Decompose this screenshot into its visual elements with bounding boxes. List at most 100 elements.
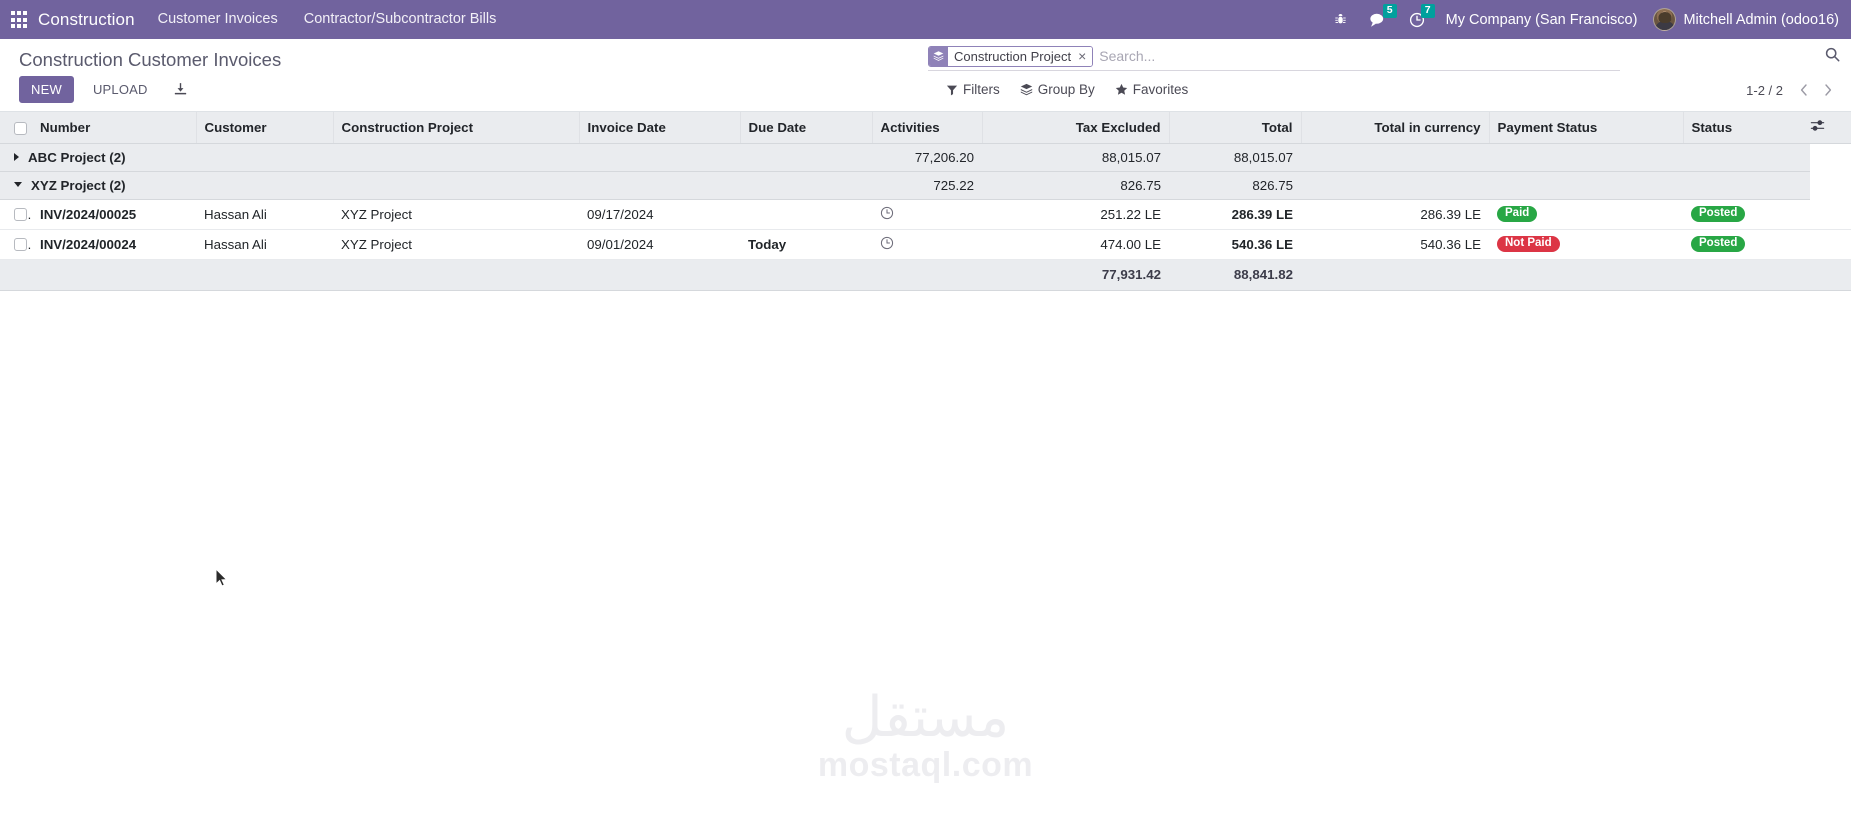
- table-header: Number Customer Construction Project Inv…: [0, 112, 1851, 144]
- import-download-icon[interactable]: [167, 78, 194, 101]
- group-row-xyz-project[interactable]: XYZ Project (2) 725.22 826.75 826.75: [0, 171, 1851, 200]
- column-header-total[interactable]: Total: [1169, 112, 1302, 144]
- column-header-tax-excluded[interactable]: Tax Excluded: [982, 112, 1170, 144]
- activities-clock-icon[interactable]: 7: [1398, 0, 1436, 39]
- column-header-payment-status[interactable]: Payment Status: [1489, 112, 1684, 144]
- group-status: [1489, 171, 1683, 200]
- status-badge: Not Paid: [1497, 235, 1560, 253]
- group-payment-status: [1301, 171, 1489, 200]
- footer-total: 88,841.82: [1169, 258, 1301, 291]
- group-total: 826.75: [982, 171, 1169, 200]
- group-optional: [1683, 143, 1810, 172]
- watermark-latin: mostaql.com: [817, 746, 1034, 784]
- column-header-number[interactable]: Number: [32, 112, 197, 144]
- cell-payment-status: Paid: [1489, 199, 1683, 230]
- mouse-cursor: [215, 568, 228, 587]
- search-icon[interactable]: [1825, 47, 1840, 67]
- new-button[interactable]: NEW: [19, 76, 74, 103]
- table-row[interactable]: INV/2024/00024 Hassan Ali XYZ Project 09…: [0, 229, 1851, 260]
- search-facet-construction-project[interactable]: Construction Project ×: [928, 45, 1094, 67]
- cell-optional: [1810, 199, 1851, 230]
- footer-status: [1683, 258, 1810, 291]
- cell-tax-excluded: 474.00 LE: [982, 229, 1169, 260]
- group-by-label: Group By: [1037, 82, 1095, 97]
- table-body: ABC Project (2) 77,206.20 88,015.07 88,0…: [0, 143, 1851, 291]
- watermark-arabic: مستقل: [841, 684, 1010, 750]
- clock-icon[interactable]: [880, 206, 894, 223]
- pager-value: 1-2 / 2: [1746, 82, 1783, 98]
- menu-customer-invoices[interactable]: Customer Invoices: [145, 0, 291, 39]
- cell-activities[interactable]: [872, 229, 982, 260]
- filters-label: Filters: [963, 82, 1000, 97]
- search-input[interactable]: [1093, 45, 1620, 67]
- star-icon: [1115, 83, 1127, 95]
- control-panel-bottom-row: NEW UPLOAD Filters Group By Favorites 1-…: [0, 73, 1851, 111]
- user-menu[interactable]: Mitchell Admin (odoo16): [1649, 8, 1841, 31]
- list-view: Number Customer Construction Project Inv…: [0, 112, 1851, 291]
- systray: 5 7 My Company (San Francisco) Mitchell …: [1323, 0, 1851, 39]
- select-all-checkbox[interactable]: [14, 121, 27, 135]
- row-select-cell[interactable]: [0, 199, 32, 230]
- cell-payment-status: Not Paid: [1489, 229, 1683, 260]
- cell-customer: Hassan Ali: [196, 229, 333, 260]
- messages-icon[interactable]: 5: [1358, 0, 1398, 39]
- cell-status: Posted: [1683, 229, 1810, 260]
- row-select-cell[interactable]: [0, 229, 32, 260]
- optional-columns-toggle[interactable]: [1810, 112, 1851, 144]
- cell-total: 540.36 LE: [1169, 229, 1301, 260]
- cell-optional: [1810, 229, 1851, 260]
- cell-activities[interactable]: [872, 199, 982, 230]
- group-label-cell[interactable]: ABC Project (2): [0, 143, 872, 172]
- filters-dropdown[interactable]: Filters: [936, 79, 1010, 100]
- apps-grid-icon[interactable]: [0, 0, 34, 39]
- status-badge: Paid: [1497, 205, 1538, 223]
- header-row: Number Customer Construction Project Inv…: [0, 112, 1851, 144]
- cell-total-in-currency: 540.36 LE: [1301, 229, 1489, 260]
- app-brand-construction[interactable]: Construction: [34, 10, 145, 30]
- favorites-dropdown[interactable]: Favorites: [1105, 79, 1199, 100]
- favorites-label: Favorites: [1132, 82, 1189, 97]
- company-switcher[interactable]: My Company (San Francisco): [1436, 12, 1650, 28]
- group-by-dropdown[interactable]: Group By: [1010, 79, 1105, 100]
- column-header-status[interactable]: Status: [1683, 112, 1810, 144]
- row-checkbox[interactable]: [14, 238, 27, 252]
- column-header-total-in-currency[interactable]: Total in currency: [1301, 112, 1490, 144]
- cell-due-date: Today: [740, 229, 872, 260]
- cell-number: INV/2024/00024: [32, 229, 196, 260]
- column-header-customer[interactable]: Customer: [196, 112, 334, 144]
- group-label-cell[interactable]: XYZ Project (2): [0, 171, 872, 200]
- row-checkbox[interactable]: [14, 208, 27, 222]
- page-title: Construction Customer Invoices: [19, 49, 282, 70]
- group-row-abc-project[interactable]: ABC Project (2) 77,206.20 88,015.07 88,0…: [0, 143, 1851, 172]
- bug-icon[interactable]: [1323, 0, 1358, 39]
- clock-icon[interactable]: [880, 236, 894, 253]
- cell-customer: Hassan Ali: [196, 199, 333, 230]
- search-view[interactable]: Construction Project ×: [928, 45, 1620, 71]
- activities-count-badge: 7: [1420, 4, 1435, 18]
- cell-status: Posted: [1683, 199, 1810, 230]
- layers-icon: [1020, 83, 1032, 96]
- watermark: مستقل mostaql.com: [0, 684, 1851, 785]
- pager-previous-button[interactable]: [1793, 79, 1815, 101]
- cell-invoice-date: 09/01/2024: [579, 229, 740, 260]
- group-total-in-currency: 88,015.07: [1169, 143, 1301, 172]
- search-dropdowns: Filters Group By Favorites: [936, 79, 1198, 100]
- user-name: Mitchell Admin (odoo16): [1683, 11, 1839, 28]
- column-header-activities[interactable]: Activities: [872, 112, 983, 144]
- avatar: [1653, 8, 1677, 31]
- footer-total-in-currency: [1301, 258, 1489, 291]
- chevron-right-icon: [14, 152, 19, 161]
- group-payment-status: [1301, 143, 1489, 172]
- footer-tax-excluded: 77,931.42: [982, 258, 1169, 291]
- sliders-icon: [1810, 120, 1825, 131]
- column-header-invoice-date[interactable]: Invoice Date: [579, 112, 741, 144]
- group-optional: [1683, 171, 1810, 200]
- cell-number: INV/2024/00025: [32, 199, 196, 230]
- close-icon[interactable]: ×: [1075, 46, 1093, 66]
- table-row[interactable]: INV/2024/00025 Hassan Ali XYZ Project 09…: [0, 199, 1851, 230]
- pager-next-button[interactable]: [1817, 79, 1839, 101]
- upload-button[interactable]: UPLOAD: [82, 76, 159, 103]
- column-header-due-date[interactable]: Due Date: [740, 112, 873, 144]
- menu-contractor-subcontractor-bills[interactable]: Contractor/Subcontractor Bills: [291, 0, 510, 39]
- column-header-construction-project[interactable]: Construction Project: [333, 112, 580, 144]
